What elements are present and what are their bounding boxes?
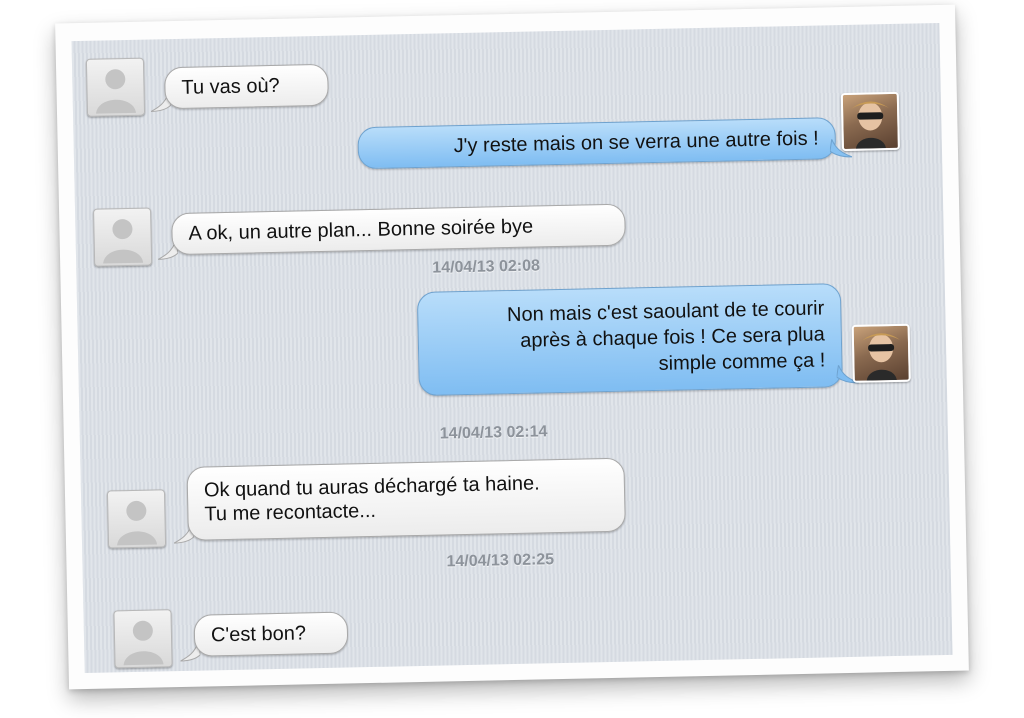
message-text: Tu vas où? bbox=[181, 74, 280, 99]
message-bubble[interactable]: C'est bon? bbox=[193, 611, 349, 657]
message-bubble[interactable]: Non mais c'est saoulant de te courir apr… bbox=[416, 283, 843, 396]
contact-avatar bbox=[85, 57, 146, 117]
person-icon bbox=[96, 69, 137, 114]
user-photo-icon bbox=[851, 101, 890, 149]
timestamp: 14/04/13 02:08 bbox=[432, 257, 541, 277]
person-icon bbox=[103, 219, 144, 264]
message-text: J'y reste mais on se verra une autre foi… bbox=[453, 127, 819, 158]
chat-screen[interactable]: Tu vas où? J'y reste mais on se verra un… bbox=[71, 22, 953, 674]
message-text: C'est bon? bbox=[210, 622, 307, 647]
message-bubble[interactable]: Tu vas où? bbox=[164, 63, 329, 110]
timestamp: 14/04/13 02:14 bbox=[439, 423, 548, 443]
message-bubble[interactable]: J'y reste mais on se verra une autre foi… bbox=[357, 117, 837, 170]
user-photo-icon bbox=[861, 333, 900, 381]
person-icon bbox=[117, 500, 158, 546]
message-text: A ok, un autre plan... Bonne soirée bye bbox=[188, 215, 534, 245]
user-photo-avatar bbox=[840, 91, 900, 152]
message-bubble[interactable]: Ok quand tu auras déchargé ta haine. Tu … bbox=[186, 457, 626, 541]
timestamp: 14/04/13 02:25 bbox=[446, 551, 555, 571]
photo-frame: Tu vas où? J'y reste mais on se verra un… bbox=[55, 4, 969, 690]
message-bubble[interactable]: A ok, un autre plan... Bonne soirée bye bbox=[171, 203, 626, 256]
contact-avatar bbox=[113, 609, 173, 669]
contact-avatar bbox=[93, 207, 153, 267]
contact-avatar bbox=[106, 489, 167, 549]
user-photo-avatar bbox=[851, 323, 911, 383]
person-icon bbox=[123, 620, 164, 666]
